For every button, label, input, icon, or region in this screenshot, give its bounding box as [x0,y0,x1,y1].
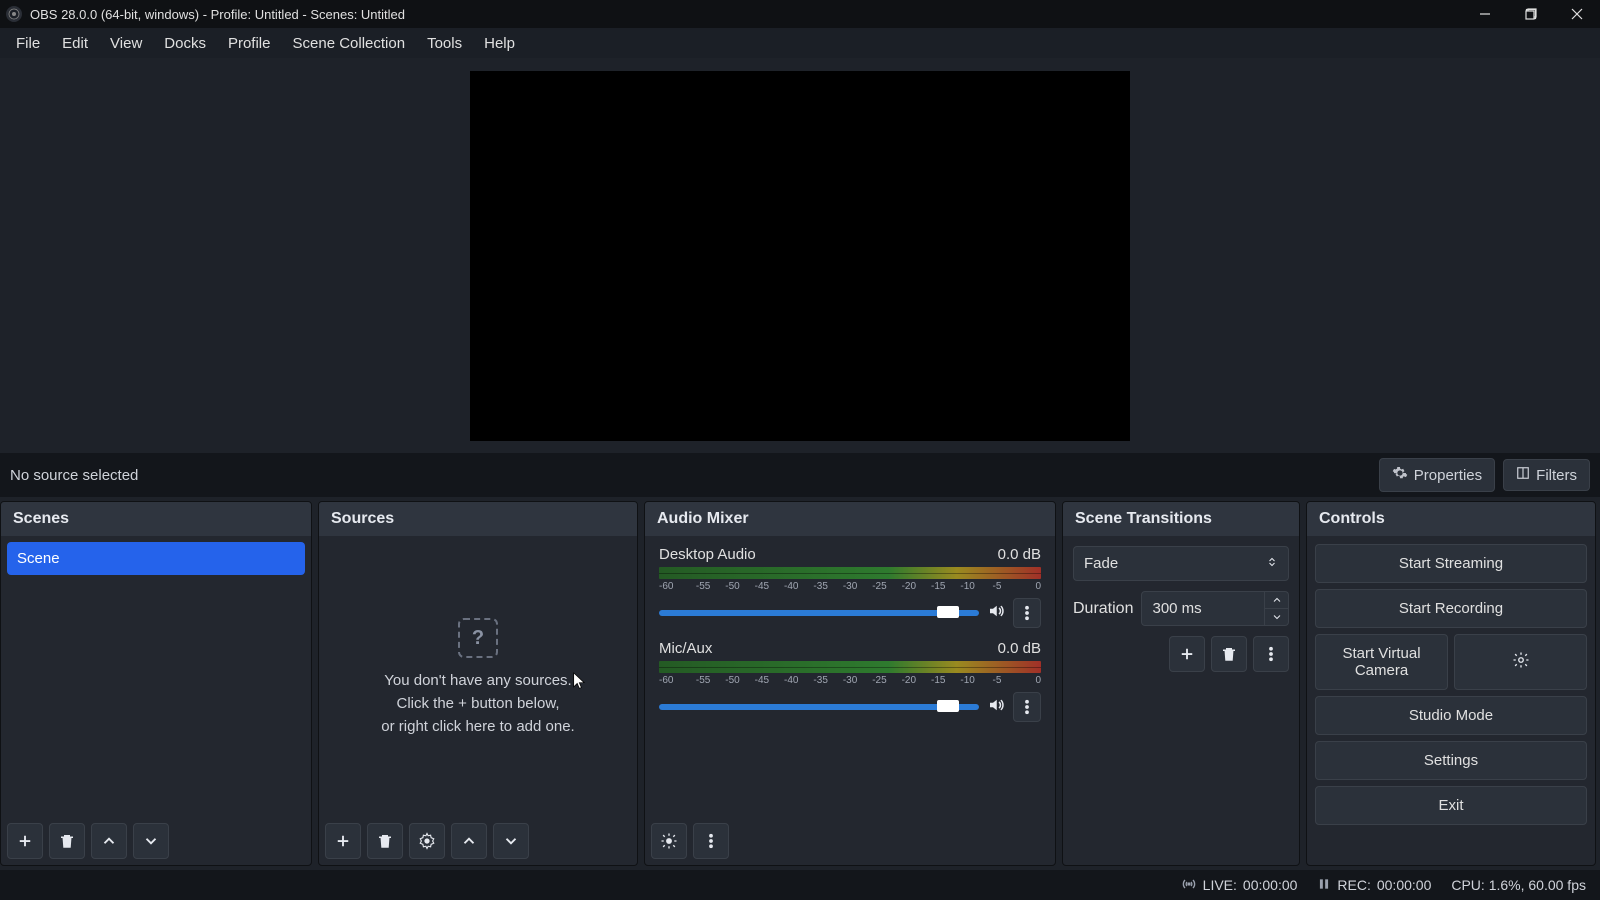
broadcast-icon [1181,876,1197,895]
menu-file[interactable]: File [6,31,50,56]
virtual-camera-settings-button[interactable] [1454,634,1587,690]
window-title: OBS 28.0.0 (64-bit, windows) - Profile: … [30,7,405,22]
app-icon [6,6,22,22]
properties-label: Properties [1414,467,1482,484]
duration-value[interactable]: 300 ms [1141,591,1265,626]
pause-icon [1317,877,1331,894]
audio-meter [659,567,1041,579]
speaker-icon[interactable] [987,696,1005,719]
docks-row: Scenes Scene Sources ? You don't have an… [0,497,1600,870]
audio-meter [659,661,1041,673]
stepper-up[interactable] [1265,591,1289,608]
menu-view[interactable]: View [100,31,152,56]
transition-select[interactable]: Fade [1073,546,1289,581]
menu-edit[interactable]: Edit [52,31,98,56]
volume-slider[interactable] [659,610,979,616]
dock-scenes: Scenes Scene [0,501,312,866]
track-menu-button[interactable] [1013,598,1041,628]
source-properties-button[interactable] [409,823,445,859]
duration-stepper[interactable]: 300 ms [1141,591,1289,626]
statusbar: LIVE: 00:00:00 REC: 00:00:00 CPU: 1.6%, … [0,870,1600,900]
dock-controls-title: Controls [1307,502,1595,536]
filters-label: Filters [1536,467,1577,484]
scene-item[interactable]: Scene [7,542,305,575]
mixer-settings-button[interactable] [651,823,687,859]
preview-area [0,58,1600,453]
source-down-button[interactable] [493,823,529,859]
menubar: File Edit View Docks Profile Scene Colle… [0,28,1600,58]
dock-scenes-title: Scenes [1,502,311,536]
sources-empty: ? You don't have any sources. Click the … [325,542,631,811]
maximize-button[interactable] [1508,0,1554,28]
close-button[interactable] [1554,0,1600,28]
dock-controls: Controls Start Streaming Start Recording… [1306,501,1596,866]
meter-ticks: -60-55-50-45-40-35-30-25-20-15-10-50 [659,675,1041,686]
source-toolbar: No source selected Properties Filters [0,453,1600,497]
status-live: LIVE: 00:00:00 [1181,876,1298,895]
sources-list[interactable]: ? You don't have any sources. Click the … [319,536,637,817]
start-streaming-button[interactable]: Start Streaming [1315,544,1587,583]
stepper-down[interactable] [1265,608,1289,626]
sources-empty-line2: Click the + button below, [396,695,559,712]
gear-icon [1512,651,1530,673]
filters-icon [1516,466,1530,484]
track-name: Desktop Audio [659,546,756,563]
sources-empty-line3: or right click here to add one. [381,718,574,735]
studio-mode-button[interactable]: Studio Mode [1315,696,1587,735]
mixer-menu-button[interactable] [693,823,729,859]
transition-menu-button[interactable] [1253,636,1289,672]
volume-slider[interactable] [659,704,979,710]
track-db: 0.0 dB [998,640,1041,657]
menu-help[interactable]: Help [474,31,525,56]
titlebar: OBS 28.0.0 (64-bit, windows) - Profile: … [0,0,1600,28]
scene-down-button[interactable] [133,823,169,859]
dock-sources: Sources ? You don't have any sources. Cl… [318,501,638,866]
preview-canvas[interactable] [470,71,1130,441]
menu-docks[interactable]: Docks [154,31,216,56]
track-menu-button[interactable] [1013,692,1041,722]
mixer-track-mic: Mic/Aux 0.0 dB -60-55-50-45-40-35-30-25-… [653,636,1047,730]
transition-add-button[interactable] [1169,636,1205,672]
minimize-button[interactable] [1462,0,1508,28]
gear-icon [1392,465,1408,485]
dock-transitions: Scene Transitions Fade Duration 300 ms [1062,501,1300,866]
chevron-updown-icon [1266,555,1278,572]
dock-transitions-title: Scene Transitions [1063,502,1299,536]
source-up-button[interactable] [451,823,487,859]
mixer-track-desktop: Desktop Audio 0.0 dB -60-55-50-45-40-35-… [653,542,1047,636]
scene-remove-button[interactable] [49,823,85,859]
menu-tools[interactable]: Tools [417,31,472,56]
scene-add-button[interactable] [7,823,43,859]
source-status: No source selected [10,467,138,484]
speaker-icon[interactable] [987,602,1005,625]
status-rec: REC: 00:00:00 [1317,877,1431,894]
dock-sources-title: Sources [319,502,637,536]
properties-button[interactable]: Properties [1379,458,1495,492]
source-add-button[interactable] [325,823,361,859]
start-virtual-camera-button[interactable]: Start Virtual Camera [1315,634,1448,690]
meter-ticks: -60-55-50-45-40-35-30-25-20-15-10-50 [659,581,1041,592]
transition-selected: Fade [1084,555,1118,572]
menu-scene-collection[interactable]: Scene Collection [283,31,416,56]
scene-up-button[interactable] [91,823,127,859]
start-recording-button[interactable]: Start Recording [1315,589,1587,628]
filters-button[interactable]: Filters [1503,459,1590,491]
track-name: Mic/Aux [659,640,712,657]
exit-button[interactable]: Exit [1315,786,1587,825]
duration-label: Duration [1073,600,1133,618]
menu-profile[interactable]: Profile [218,31,281,56]
dock-audio-mixer: Audio Mixer Desktop Audio 0.0 dB -60-55-… [644,501,1056,866]
dock-mixer-title: Audio Mixer [645,502,1055,536]
transition-remove-button[interactable] [1211,636,1247,672]
settings-button[interactable]: Settings [1315,741,1587,780]
question-icon: ? [458,618,498,658]
source-remove-button[interactable] [367,823,403,859]
status-cpu: CPU: 1.6%, 60.00 fps [1451,877,1586,893]
track-db: 0.0 dB [998,546,1041,563]
sources-empty-line1: You don't have any sources. [384,672,571,689]
